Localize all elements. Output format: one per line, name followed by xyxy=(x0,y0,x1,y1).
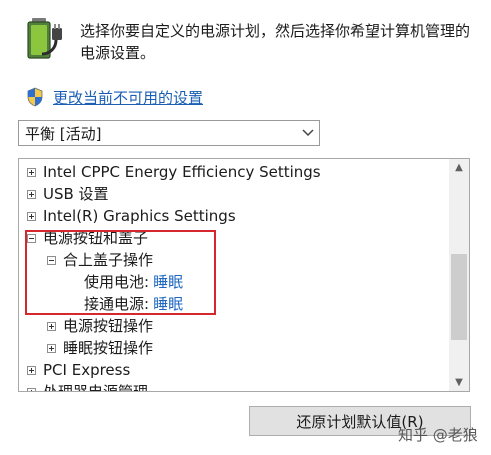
power-plan-value: 平衡 [活动] xyxy=(25,124,102,143)
power-plan-select[interactable]: 平衡 [活动] xyxy=(18,120,320,146)
tree-item-power-buttons-lid[interactable]: 电源按钮和盖子 xyxy=(27,227,148,249)
tree-item-label: 电源按钮和盖子 xyxy=(43,229,149,247)
tree-item-label: 睡眠按钮操作 xyxy=(63,339,154,357)
scroll-thumb[interactable] xyxy=(451,254,467,340)
tree-item-label: Intel CPPC Energy Efficiency Settings xyxy=(43,163,321,181)
tree-item-processor-power[interactable]: 处理器电源管理 xyxy=(27,381,148,391)
header-line-2: 电源设置。 xyxy=(80,44,156,62)
tree-scrollbar[interactable]: ▲ ▼ xyxy=(449,159,469,391)
scroll-down-icon[interactable]: ▼ xyxy=(449,374,469,391)
tree-item-usb[interactable]: USB 设置 xyxy=(27,183,109,205)
header-line-1: 选择你要自定义的电源计划，然后选择你希望计算机管理的 xyxy=(80,22,471,40)
tree-item-power-button-action[interactable]: 电源按钮操作 xyxy=(47,315,153,337)
tree-item-label: 合上盖子操作 xyxy=(63,251,154,269)
setting-value-link[interactable]: 睡眠 xyxy=(153,271,183,293)
power-battery-icon xyxy=(22,14,66,62)
tree-item-intel-graphics[interactable]: Intel(R) Graphics Settings xyxy=(27,205,236,227)
change-unavailable-settings-link[interactable]: 更改当前不可用的设置 xyxy=(53,87,203,108)
tree-item-label: USB 设置 xyxy=(43,185,109,203)
tree-item-label: Intel(R) Graphics Settings xyxy=(43,207,236,225)
power-settings-tree[interactable]: Intel CPPC Energy Efficiency Settings US… xyxy=(18,158,470,392)
expand-icon[interactable] xyxy=(27,211,36,221)
expand-icon[interactable] xyxy=(27,387,36,391)
expand-icon[interactable] xyxy=(27,365,36,375)
expand-icon[interactable] xyxy=(27,189,36,199)
expand-icon[interactable] xyxy=(47,321,56,331)
tree-item-label: 电源按钮操作 xyxy=(63,317,154,335)
tree-item-label: PCI Express xyxy=(43,361,131,379)
tree-item-sleep-button-action[interactable]: 睡眠按钮操作 xyxy=(47,337,153,359)
change-settings-row[interactable]: 更改当前不可用的设置 xyxy=(26,86,203,108)
header-description: 选择你要自定义的电源计划，然后选择你希望计算机管理的 电源设置。 xyxy=(80,20,480,64)
collapse-icon[interactable] xyxy=(27,233,36,243)
zhihu-watermark: 知乎 @老狼 xyxy=(398,426,478,444)
scroll-up-icon[interactable]: ▲ xyxy=(449,159,469,176)
setting-value-link[interactable]: 睡眠 xyxy=(153,293,183,315)
tree-item-label: 处理器电源管理 xyxy=(43,381,148,391)
setting-plugged-in: 接通电源: 睡眠 xyxy=(84,293,183,315)
collapse-icon[interactable] xyxy=(47,255,56,265)
expand-icon[interactable] xyxy=(47,343,56,353)
expand-icon[interactable] xyxy=(27,167,36,177)
tree-item-pci-express[interactable]: PCI Express xyxy=(27,359,130,381)
uac-shield-icon xyxy=(26,87,44,107)
tree-item-intel-cppc[interactable]: Intel CPPC Energy Efficiency Settings xyxy=(27,161,321,183)
setting-on-battery: 使用电池: 睡眠 xyxy=(84,271,183,293)
setting-label: 接通电源: xyxy=(84,295,150,313)
chevron-down-icon[interactable] xyxy=(297,127,319,140)
setting-label: 使用电池: xyxy=(84,273,150,291)
tree-item-lid-close-action[interactable]: 合上盖子操作 xyxy=(47,249,153,271)
tree-content: Intel CPPC Energy Efficiency Settings US… xyxy=(19,159,449,391)
